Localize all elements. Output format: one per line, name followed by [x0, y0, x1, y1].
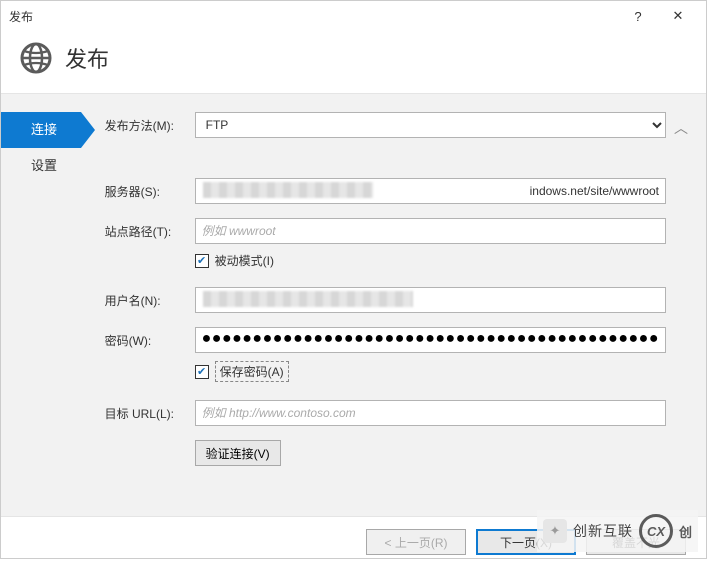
desturl-input[interactable] — [195, 400, 666, 426]
password-input[interactable]: ●●●●●●●●●●●●●●●●●●●●●●●●●●●●●●●●●●●●●●●●… — [195, 327, 666, 353]
passive-mode-label: 被动模式(I) — [215, 252, 274, 269]
watermark-text: 创新互联 — [573, 521, 633, 541]
publish-dialog: 发布 ? ✕ 发布 连接 设置 ︿ 发布方法(M): FTP 服 — [0, 0, 707, 559]
sidebar-item-connection[interactable]: 连接 — [1, 112, 81, 148]
wechat-icon: ✦ — [543, 519, 567, 543]
brand-logo-text: 创 — [679, 522, 692, 541]
validate-connection-button[interactable]: 验证连接(V) — [195, 440, 281, 466]
prev-button: < 上一页(R) — [366, 529, 466, 555]
publish-method-label: 发布方法(M): — [105, 117, 195, 134]
close-button[interactable]: ✕ — [658, 8, 698, 24]
sidebar-item-settings[interactable]: 设置 — [1, 148, 81, 184]
passive-mode-checkbox[interactable] — [195, 254, 209, 268]
server-label: 服务器(S): — [105, 183, 195, 200]
watermark-overlay: ✦ 创新互联 CX 创 — [537, 510, 698, 552]
publish-method-select[interactable]: FTP — [195, 112, 666, 138]
collapse-chevron-icon[interactable]: ︿ — [674, 118, 688, 138]
save-password-label: 保存密码(A) — [215, 361, 289, 382]
password-label: 密码(W): — [105, 332, 195, 349]
sidebar: 连接 设置 — [1, 94, 81, 516]
brand-logo-icon: CX — [639, 514, 673, 548]
form-panel: ︿ 发布方法(M): FTP 服务器(S): 站点路径(T): — [81, 94, 706, 516]
username-label: 用户名(N): — [105, 292, 195, 309]
dialog-body: 连接 设置 ︿ 发布方法(M): FTP 服务器(S): — [1, 93, 706, 517]
sitepath-label: 站点路径(T): — [105, 223, 195, 240]
save-password-checkbox[interactable] — [195, 365, 209, 379]
dialog-title: 发布 — [65, 42, 109, 74]
titlebar: 发布 ? ✕ — [1, 1, 706, 31]
username-blurred-region — [203, 291, 413, 307]
dialog-header: 发布 — [1, 31, 706, 93]
sitepath-input[interactable] — [195, 218, 666, 244]
help-button[interactable]: ? — [618, 9, 658, 24]
window-title: 发布 — [9, 8, 618, 25]
globe-icon — [19, 41, 53, 75]
desturl-label: 目标 URL(L): — [105, 405, 195, 422]
server-blurred-region — [203, 182, 373, 198]
